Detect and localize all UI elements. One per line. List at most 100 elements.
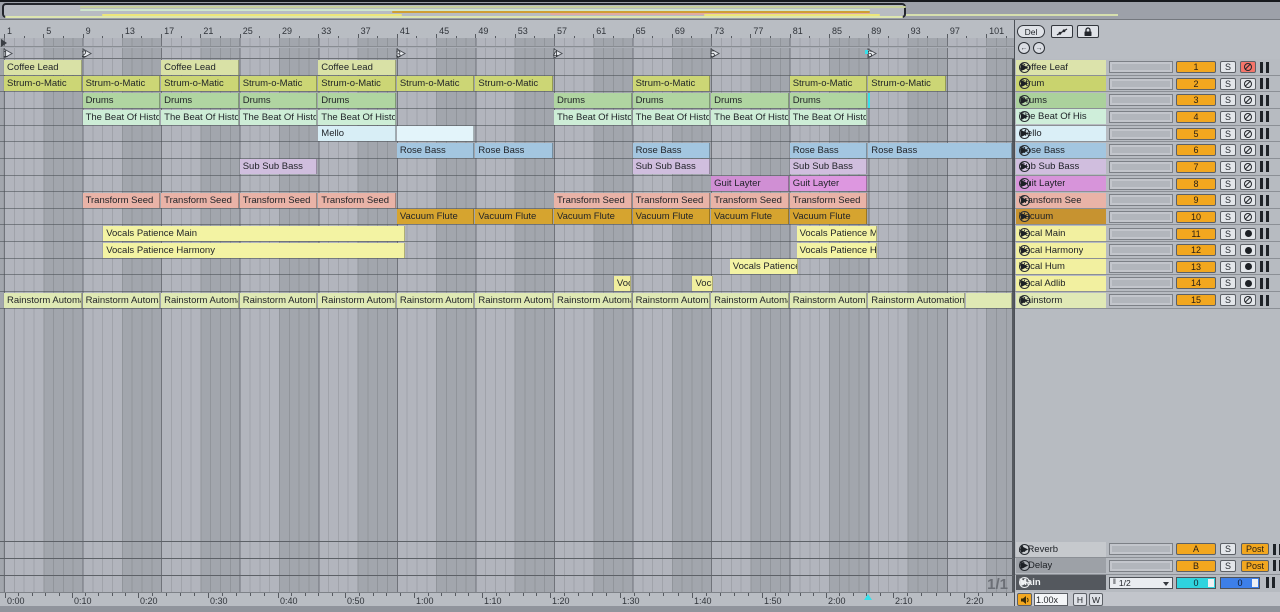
locator-marker[interactable]: 4 [553, 48, 563, 59]
cue-volume-slider[interactable]: 0 [1176, 577, 1216, 589]
solo-button[interactable]: S [1220, 294, 1236, 306]
clip[interactable]: Vocals Patience Adlib [692, 276, 713, 291]
return-a-activator-button[interactable]: A [1176, 543, 1216, 555]
track-header-2[interactable]: ▶Strum 2S [1015, 76, 1280, 93]
track-name-cell[interactable]: ▶Transform See [1016, 193, 1106, 208]
track-lane-vocal-main[interactable]: Vocals Patience MainVocals Patience Main [0, 226, 1014, 243]
clip[interactable]: Strum-o-Matic [318, 76, 396, 91]
track-activator-button[interactable]: 7 [1176, 161, 1216, 173]
clip[interactable]: Vacuum Flute [397, 209, 475, 224]
clip[interactable]: Transform Seed [790, 193, 868, 208]
track-lane-strum[interactable]: Strum-o-MaticStrum-o-MaticStrum-o-MaticS… [0, 76, 1014, 93]
return-track-a[interactable]: ▶ A Reverb A S Post [1015, 541, 1280, 558]
locator-marker[interactable]: 5 [710, 48, 720, 59]
track-activator-button[interactable]: 11 [1176, 228, 1216, 240]
track-name-cell[interactable]: ▶Rose Bass [1016, 143, 1106, 158]
track-lane-rose-bass[interactable]: Rose BassRose BassRose BassRose BassRose… [0, 142, 1014, 159]
return-b-name-cell[interactable]: ▶ B Delay [1016, 558, 1106, 573]
clip[interactable]: Strum-o-Matic [4, 76, 82, 91]
track-name-cell[interactable]: ▶Guit Layter [1016, 176, 1106, 191]
clip[interactable]: Drums [161, 93, 239, 108]
track-activator-button[interactable]: 14 [1176, 277, 1216, 289]
preview-speaker-button[interactable] [1017, 593, 1032, 606]
track-lane-vacuum[interactable]: Vacuum FluteVacuum FluteVacuum FluteVacu… [0, 209, 1014, 226]
clip[interactable]: Rainstorm Automation [83, 293, 161, 308]
clip[interactable]: Drums [318, 93, 396, 108]
track-activator-button[interactable]: 5 [1176, 128, 1216, 140]
track-header-9[interactable]: ▶Transform See 9S [1015, 192, 1280, 209]
track-name-cell[interactable]: ▶Coffee Leaf [1016, 60, 1106, 75]
solo-button[interactable]: S [1220, 211, 1236, 223]
main-name-cell[interactable]: ▶ Main [1016, 575, 1106, 590]
arm-button[interactable] [1240, 178, 1256, 190]
clip[interactable]: The Beat Of History [554, 110, 632, 125]
track-name-cell[interactable]: ▶The Beat Of His [1016, 109, 1106, 124]
clip[interactable]: Vocals Patience Main [797, 226, 878, 241]
track-activator-button[interactable]: 2 [1176, 78, 1216, 90]
return-b-activator-button[interactable]: B [1176, 560, 1216, 572]
track-name-cell[interactable]: ▶Drums [1016, 93, 1106, 108]
solo-button[interactable]: S [1220, 228, 1236, 240]
track-activator-button[interactable]: 13 [1176, 261, 1216, 273]
lock-envelopes-button[interactable] [1077, 25, 1099, 38]
track-header-15[interactable]: ▶Rainstorm15S [1015, 292, 1280, 309]
clip[interactable]: Vocals Patience Adlib [614, 276, 631, 291]
clip[interactable]: Mello [318, 126, 396, 141]
arm-button[interactable] [1240, 194, 1256, 206]
solo-button[interactable]: S [1220, 178, 1236, 190]
clip[interactable]: Coffee Lead [4, 60, 82, 75]
track-activator-button[interactable]: 9 [1176, 194, 1216, 206]
clip[interactable]: Rose Bass [633, 143, 711, 158]
solo-button[interactable]: S [1220, 128, 1236, 140]
solo-button[interactable]: S [1220, 194, 1236, 206]
arm-button[interactable] [1240, 78, 1256, 90]
track-lane-rainstorm[interactable]: Rainstorm Automation Rainstorm Automation… [0, 292, 1014, 309]
clip[interactable]: Vacuum Flute [790, 209, 868, 224]
clip[interactable]: Transform Seed [554, 193, 632, 208]
track-header-13[interactable]: ▶Vocal Hum13S [1015, 259, 1280, 276]
zoom-width-button[interactable]: W [1089, 593, 1103, 606]
clip[interactable]: Vacuum Flute [633, 209, 711, 224]
clip[interactable]: Strum-o-Matic [83, 76, 161, 91]
return-a-solo-button[interactable]: S [1220, 543, 1236, 555]
arm-button[interactable] [1240, 111, 1256, 123]
main-lane[interactable]: 1/1 [0, 575, 1014, 592]
clip[interactable]: Rainstorm Automation [397, 293, 475, 308]
return-a-post-button[interactable]: Post [1241, 543, 1269, 555]
arm-button[interactable] [1240, 144, 1256, 156]
arm-button[interactable] [1240, 61, 1256, 73]
track-lane-vocal-hum[interactable]: Vocals Patience Hum [0, 259, 1014, 276]
return-track-b[interactable]: ▶ B Delay B S Post [1015, 558, 1280, 575]
track-activator-button[interactable]: 3 [1176, 94, 1216, 106]
return-a-name-cell[interactable]: ▶ A Reverb [1016, 542, 1106, 557]
solo-button[interactable]: S [1220, 144, 1236, 156]
clip[interactable]: Strum-o-Matic [633, 76, 711, 91]
clip[interactable]: Strum-o-Matic [397, 76, 475, 91]
clip[interactable]: Rainstorm Automation [554, 293, 632, 308]
clip[interactable]: The Beat Of History [711, 110, 789, 125]
arm-button[interactable] [1240, 94, 1256, 106]
clip[interactable]: Transform Seed [83, 193, 161, 208]
track-lane-guit-layter[interactable]: Guit LayterGuit Layter [0, 176, 1014, 193]
play-start-marker-icon[interactable] [1, 39, 7, 47]
clip[interactable]: Rainstorm Automation [868, 293, 965, 308]
arm-button[interactable] [1240, 228, 1256, 240]
solo-button[interactable]: S [1220, 78, 1236, 90]
clip[interactable]: Rainstorm Automation [240, 293, 318, 308]
clip[interactable]: Drums [711, 93, 789, 108]
time-ruler-seconds[interactable]: 0:000:100:200:300:400:501:001:101:201:30… [0, 592, 1014, 606]
clip[interactable]: The Beat Of History [240, 110, 318, 125]
track-name-cell[interactable]: ▶Strum [1016, 76, 1106, 91]
clip[interactable]: Coffee Lead [318, 60, 396, 75]
overview-view-box[interactable] [2, 3, 906, 18]
clip[interactable]: The Beat Of History [318, 110, 396, 125]
clip[interactable]: Vocals Patience Hum [730, 259, 798, 274]
clip[interactable]: Drums [240, 93, 318, 108]
track-header-6[interactable]: ▶Rose Bass6S [1015, 142, 1280, 159]
return-b-post-button[interactable]: Post [1241, 560, 1269, 572]
track-lane-coffee-leaf[interactable]: Coffee Lead Coffee Lead Coffee Lead [0, 59, 1014, 76]
clip[interactable]: Coffee Lead [161, 60, 239, 75]
clip[interactable]: Drums [633, 93, 711, 108]
track-header-4[interactable]: ▶The Beat Of His4S [1015, 109, 1280, 126]
track-name-cell[interactable]: ▶Vocal Main [1016, 226, 1106, 241]
